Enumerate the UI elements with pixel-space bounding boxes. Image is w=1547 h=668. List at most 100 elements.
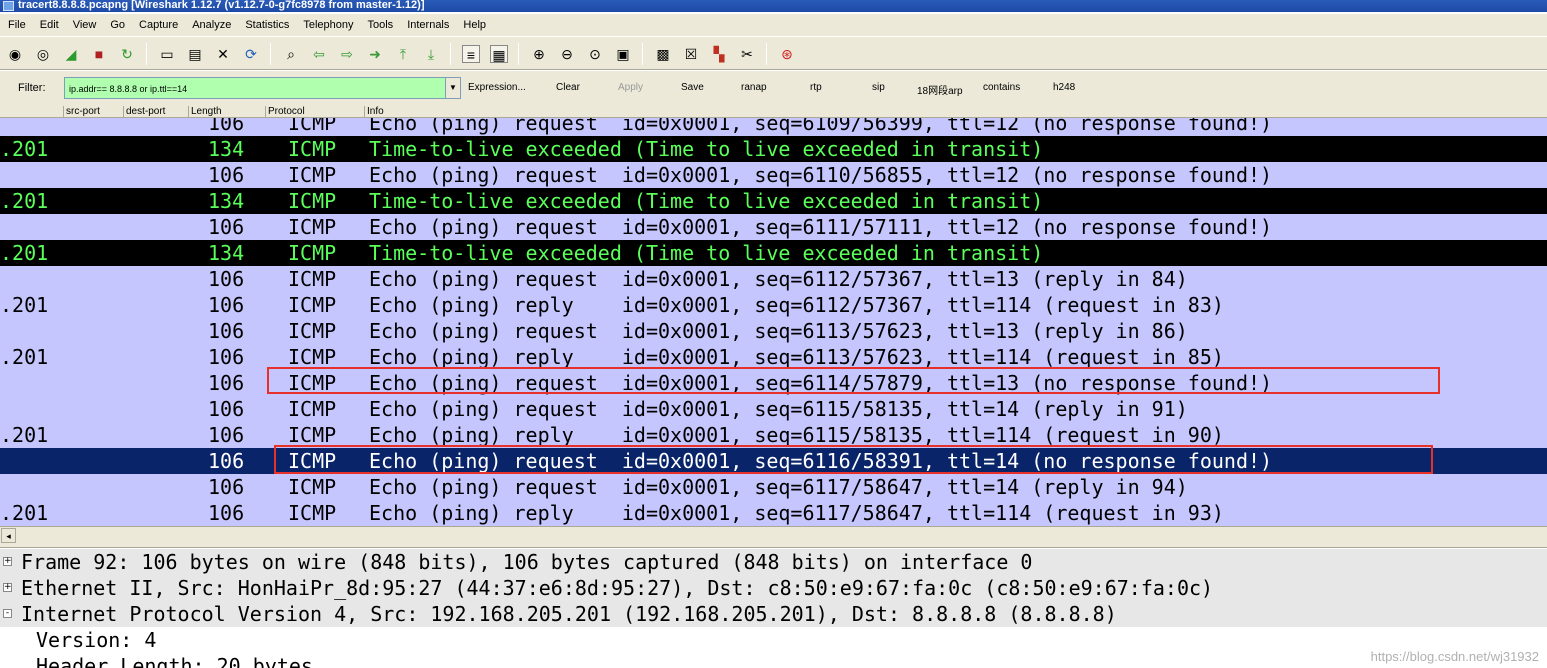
- table-row[interactable]: 106 ICMP Echo (ping) request id=0x0001, se…: [0, 396, 1547, 422]
- resize-columns-icon[interactable]: ▣: [614, 45, 632, 63]
- filter-18-arp-button[interactable]: 18网段arp: [917, 82, 963, 97]
- cell-source: .201: [0, 293, 49, 317]
- detail-row[interactable]: - Internet Protocol Version 4, Src: 192.1…: [0, 601, 1547, 627]
- filter-sip-button[interactable]: sip: [872, 82, 885, 93]
- column-src-port[interactable]: src-port: [63, 106, 123, 118]
- detail-text: Internet Protocol Version 4, Src: 192.16…: [21, 602, 1117, 626]
- coloring-rules-icon[interactable]: ▚: [710, 45, 728, 63]
- horizontal-scrollbar[interactable]: ◂: [0, 526, 1547, 544]
- go-back-icon[interactable]: ⇦: [310, 45, 328, 63]
- filter-h248-button[interactable]: h248: [1053, 82, 1075, 93]
- table-row[interactable]: 106 ICMP Echo (ping) request id=0x0001, se…: [0, 318, 1547, 344]
- cell-source: .201: [0, 189, 49, 213]
- expand-icon[interactable]: +: [3, 557, 12, 566]
- column-info[interactable]: Info: [364, 106, 1547, 118]
- table-row[interactable]: .201 106 ICMP Echo (ping) reply id=0x0001, …: [0, 500, 1547, 526]
- open-file-icon[interactable]: ▭: [158, 45, 176, 63]
- go-forward-icon[interactable]: ⇨: [338, 45, 356, 63]
- cell-source: .201: [0, 345, 49, 369]
- table-row[interactable]: 106 ICMP Echo (ping) request id=0x0001, se…: [0, 214, 1547, 240]
- detail-row[interactable]: + Frame 92: 106 bytes on wire (848 bits),…: [0, 549, 1547, 575]
- toolbar-separator: [146, 43, 147, 65]
- column-protocol[interactable]: Protocol: [265, 106, 364, 118]
- menu-view[interactable]: View: [65, 19, 103, 31]
- stop-capture-icon[interactable]: ■: [90, 45, 108, 63]
- display-filter-input[interactable]: ip.addr== 8.8.8.8 or ip.ttl==14: [64, 77, 446, 99]
- menu-go[interactable]: Go: [102, 19, 131, 31]
- save-file-icon[interactable]: ▤: [186, 45, 204, 63]
- last-packet-icon[interactable]: ⤓: [422, 45, 440, 63]
- interfaces-icon[interactable]: ◉: [6, 45, 24, 63]
- table-row[interactable]: .201 134 ICMP Time-to-live exceeded (Time t…: [0, 188, 1547, 214]
- packet-list[interactable]: 106 ICMP Echo (ping) request id=0x0001, se…: [0, 118, 1547, 526]
- menu-telephony[interactable]: Telephony: [295, 19, 359, 31]
- table-row[interactable]: 106 ICMP Echo (ping) request id=0x0001, se…: [0, 162, 1547, 188]
- filter-ranap-button[interactable]: ranap: [741, 82, 767, 93]
- autoscroll-icon[interactable]: ▦: [490, 45, 508, 63]
- menu-tools[interactable]: Tools: [360, 19, 400, 31]
- menu-analyze[interactable]: Analyze: [184, 19, 237, 31]
- toolbar-separator: [270, 43, 271, 65]
- filter-contains-button[interactable]: contains: [983, 82, 1020, 93]
- cell-length: 106: [208, 397, 245, 421]
- menu-file[interactable]: File: [0, 19, 32, 31]
- capture-filters-icon[interactable]: ▩: [654, 45, 672, 63]
- detail-row[interactable]: + Ethernet II, Src: HonHaiPr_8d:95:27 (44…: [0, 575, 1547, 601]
- highlight-box: [267, 367, 1440, 394]
- cell-source: .201: [0, 423, 49, 447]
- expression-button[interactable]: Expression...: [468, 82, 526, 93]
- cell-info: Time-to-live exceeded (Time to live exce…: [369, 137, 1044, 161]
- cell-info: Echo (ping) reply id=0x0001, seq=6112/57…: [369, 293, 1224, 317]
- title-bar: tracert8.8.8.8.pcapng [Wireshark 1.12.7 …: [0, 0, 1547, 12]
- packet-details-pane[interactable]: + Frame 92: 106 bytes on wire (848 bits),…: [0, 548, 1547, 668]
- expand-icon[interactable]: +: [3, 583, 12, 592]
- column-dest-port[interactable]: dest-port: [123, 106, 188, 118]
- menu-statistics[interactable]: Statistics: [237, 19, 295, 31]
- cell-length: 106: [208, 475, 245, 499]
- cell-protocol: ICMP: [288, 475, 337, 499]
- cell-length: 106: [208, 118, 245, 135]
- menu-internals[interactable]: Internals: [399, 19, 455, 31]
- menu-capture[interactable]: Capture: [131, 19, 184, 31]
- filter-toolbar: Filter: ip.addr== 8.8.8.8 or ip.ttl==14 …: [0, 71, 1547, 104]
- filter-dropdown-arrow-icon[interactable]: ▼: [445, 77, 461, 99]
- first-packet-icon[interactable]: ⤒: [394, 45, 412, 63]
- detail-row[interactable]: Version: 4: [0, 627, 1547, 653]
- filter-rtp-button[interactable]: rtp: [810, 82, 822, 93]
- cell-info: Echo (ping) reply id=0x0001, seq=6117/58…: [369, 501, 1224, 525]
- reload-icon[interactable]: ⟳: [242, 45, 260, 63]
- cell-length: 106: [208, 267, 245, 291]
- detail-row[interactable]: Header Length: 20 bytes: [0, 653, 1547, 668]
- table-row[interactable]: 106 ICMP Echo (ping) request id=0x0001, se…: [0, 474, 1547, 500]
- zoom-normal-icon[interactable]: ⊙: [586, 45, 604, 63]
- table-row[interactable]: 106 ICMP Echo (ping) request id=0x0001, se…: [0, 266, 1547, 292]
- table-row[interactable]: .201 134 ICMP Time-to-live exceeded (Time t…: [0, 136, 1547, 162]
- zoom-in-icon[interactable]: ⊕: [530, 45, 548, 63]
- clear-button[interactable]: Clear: [556, 82, 580, 93]
- cell-protocol: ICMP: [288, 137, 337, 161]
- cell-protocol: ICMP: [288, 319, 337, 343]
- column-length[interactable]: Length: [188, 106, 265, 118]
- start-capture-icon[interactable]: ◢: [62, 45, 80, 63]
- go-to-packet-icon[interactable]: ➜: [366, 45, 384, 63]
- cell-protocol: ICMP: [288, 267, 337, 291]
- menu-help[interactable]: Help: [455, 19, 492, 31]
- close-file-icon[interactable]: ✕: [214, 45, 232, 63]
- zoom-out-icon[interactable]: ⊖: [558, 45, 576, 63]
- table-row[interactable]: .201 106 ICMP Echo (ping) reply id=0x0001, …: [0, 292, 1547, 318]
- colorize-icon[interactable]: ≡: [462, 45, 480, 63]
- collapse-icon[interactable]: -: [3, 609, 12, 618]
- table-row[interactable]: .201 134 ICMP Time-to-live exceeded (Time t…: [0, 240, 1547, 266]
- table-row[interactable]: 106 ICMP Echo (ping) request id=0x0001, se…: [0, 118, 1547, 136]
- menu-edit[interactable]: Edit: [32, 19, 65, 31]
- display-filters-icon[interactable]: ☒: [682, 45, 700, 63]
- options-icon[interactable]: ◎: [34, 45, 52, 63]
- apply-button[interactable]: Apply: [618, 82, 643, 93]
- preferences-icon[interactable]: ✂: [738, 45, 756, 63]
- save-filter-button[interactable]: Save: [681, 82, 704, 93]
- restart-capture-icon[interactable]: ↻: [118, 45, 136, 63]
- cell-protocol: ICMP: [288, 189, 337, 213]
- find-packet-icon[interactable]: ⌕: [282, 45, 300, 63]
- scroll-left-icon[interactable]: ◂: [1, 528, 16, 543]
- help-icon[interactable]: ⊛: [778, 45, 796, 63]
